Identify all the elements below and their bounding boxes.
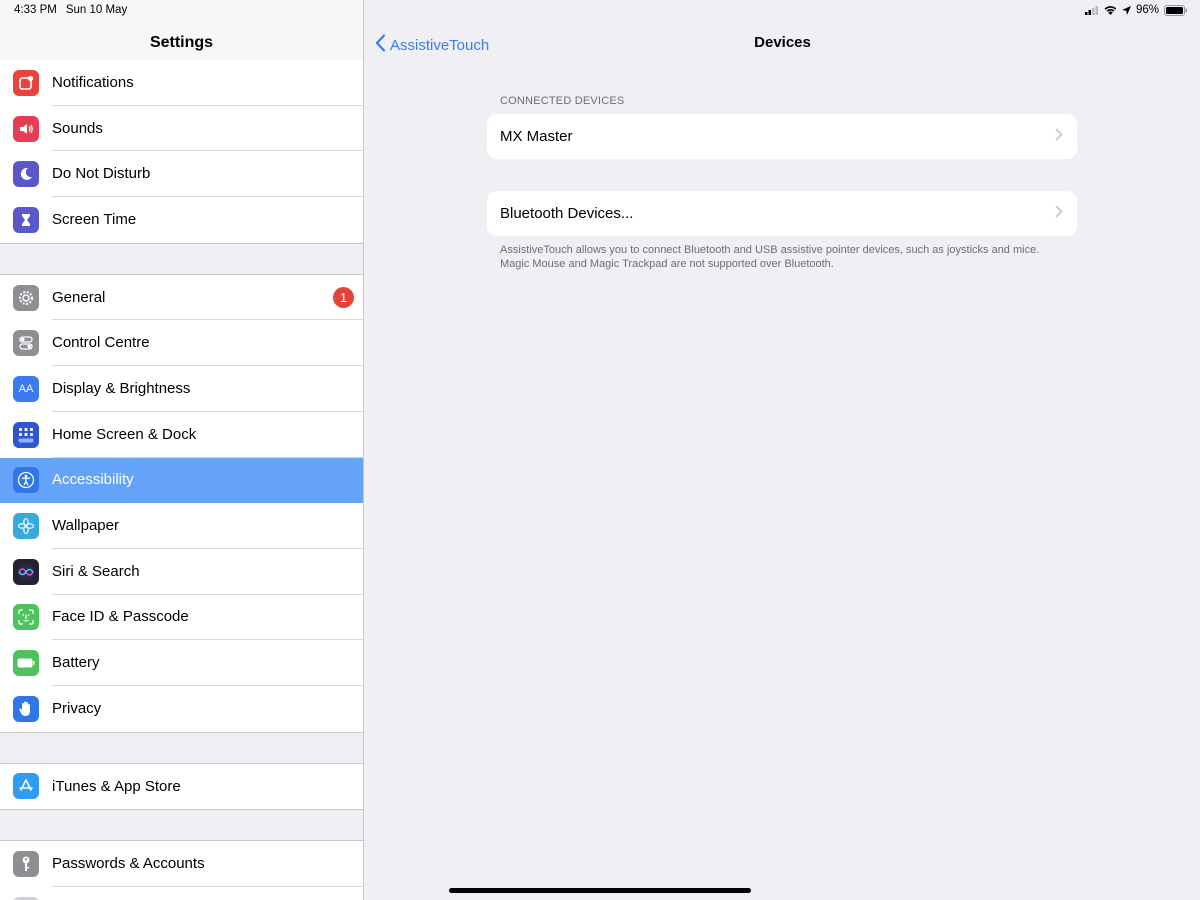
sidebar-item-label: Battery: [52, 640, 363, 686]
key-icon: [13, 851, 39, 878]
sidebar-item-label: Accessibility: [52, 458, 363, 504]
sidebar-item-wallpaper[interactable]: Wallpaper: [0, 503, 363, 549]
faceid-icon: [13, 604, 39, 631]
settings-group-2: General 1 Control Centre AA Display & Br…: [0, 273, 363, 733]
settings-sidebar: Settings Notifications Sounds Do Not Dis…: [0, 0, 364, 900]
sidebar-item-label: Control Centre: [52, 320, 363, 367]
page-title: Devices: [754, 34, 811, 51]
siri-icon: [13, 558, 39, 585]
sidebar-item-label: Wallpaper: [52, 503, 363, 549]
devices-panel: AssistiveTouch Devices CONNECTED DEVICES…: [365, 0, 1200, 900]
chevron-right-icon: [1055, 128, 1063, 146]
sidebar-item-battery[interactable]: Battery: [0, 640, 363, 686]
sidebar-item-label: Siri & Search: [52, 549, 363, 595]
navigation-bar: AssistiveTouch Devices: [365, 34, 1200, 54]
sidebar-item-mail[interactable]: [0, 887, 363, 900]
status-bar-right: 96%: [1084, 4, 1188, 16]
assistivetouch-footer-note: AssistiveTouch allows you to connect Blu…: [500, 244, 1040, 270]
toggles-icon: [13, 330, 39, 357]
hand-icon: [13, 695, 39, 722]
status-date: Sun 10 May: [65, 4, 128, 16]
sidebar-item-screen-time[interactable]: Screen Time: [0, 197, 363, 243]
device-row-mx-master[interactable]: MX Master: [487, 114, 1077, 159]
sidebar-item-accessibility[interactable]: Accessibility: [0, 457, 363, 504]
sidebar-item-label: Face ID & Passcode: [52, 595, 363, 641]
sidebar-item-label: Privacy: [52, 700, 102, 718]
flower-icon: [13, 513, 39, 540]
wifi-icon: [1104, 5, 1117, 15]
sidebar-item-general[interactable]: General 1: [0, 274, 363, 321]
battery-icon: [13, 650, 39, 677]
settings-group-1: Notifications Sounds Do Not Disturb Scre…: [0, 60, 363, 244]
signal-icon: [1084, 5, 1099, 15]
battery-percent: 96%: [1135, 4, 1159, 16]
sidebar-item-home-screen-dock[interactable]: Home Screen & Dock: [0, 411, 363, 458]
sidebar-item-face-id-passcode[interactable]: Face ID & Passcode: [0, 594, 363, 641]
sidebar-item-itunes-app-store[interactable]: iTunes & App Store: [0, 763, 363, 810]
sidebar-item-sounds[interactable]: Sounds: [0, 105, 363, 152]
sidebar-item-control-centre[interactable]: Control Centre: [0, 320, 363, 367]
device-name: MX Master: [500, 128, 573, 145]
sidebar-item-label: Sounds: [52, 106, 363, 152]
appstore-icon: [13, 773, 39, 800]
sidebar-item-label: Screen Time: [52, 211, 137, 229]
connected-devices-header: CONNECTED DEVICES: [500, 95, 625, 107]
bluetooth-devices-row[interactable]: Bluetooth Devices...: [487, 191, 1077, 236]
status-bar-left: 4:33 PM Sun 10 May: [14, 4, 127, 16]
settings-group-4: Passwords & Accounts: [0, 840, 363, 900]
sidebar-item-label: Home Screen & Dock: [52, 412, 363, 458]
status-time: 4:33 PM: [14, 4, 57, 16]
notifications-icon: [13, 69, 39, 96]
sidebar-item-label: General: [52, 275, 363, 321]
settings-group-3: iTunes & App Store: [0, 762, 363, 811]
home-indicator[interactable]: [449, 888, 751, 893]
home-grid-icon: [13, 421, 39, 448]
sidebar-item-notifications[interactable]: Notifications: [0, 60, 363, 106]
battery-icon: [1164, 4, 1188, 16]
sidebar-item-label: Notifications: [52, 60, 363, 106]
bluetooth-devices-label: Bluetooth Devices...: [500, 205, 634, 222]
sidebar-item-passwords-accounts[interactable]: Passwords & Accounts: [0, 841, 363, 887]
sidebar-item-label: Do Not Disturb: [52, 151, 363, 198]
sidebar-item-siri-search[interactable]: Siri & Search: [0, 548, 363, 595]
sidebar-item-do-not-disturb[interactable]: Do Not Disturb: [0, 151, 363, 198]
accessibility-icon: [13, 467, 39, 494]
sidebar-item-display-brightness[interactable]: AA Display & Brightness: [0, 366, 363, 412]
sidebar-item-label: [52, 887, 363, 900]
moon-icon: [13, 161, 39, 188]
sidebar-item-label: Passwords & Accounts: [52, 841, 363, 887]
chevron-right-icon: [1055, 205, 1063, 223]
sidebar-item-privacy[interactable]: Privacy: [0, 685, 363, 732]
sidebar-title: Settings: [149, 34, 214, 51]
notification-badge: 1: [333, 286, 354, 308]
hourglass-icon: [13, 206, 39, 233]
location-icon: [1121, 5, 1131, 15]
sidebar-item-label: iTunes & App Store: [52, 777, 181, 795]
display-icon: AA: [13, 375, 39, 402]
sounds-icon: [13, 115, 39, 142]
sidebar-item-label: Display & Brightness: [52, 366, 363, 412]
gear-icon: [13, 284, 39, 311]
